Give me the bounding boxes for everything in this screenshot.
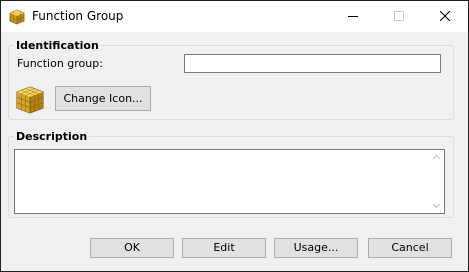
close-icon — [440, 11, 450, 21]
function-group-label: Function group: — [17, 57, 103, 70]
close-button[interactable] — [422, 1, 468, 32]
description-group-title: Description — [14, 130, 90, 143]
edit-button[interactable]: Edit — [182, 238, 266, 258]
maximize-icon — [394, 11, 404, 21]
description-textarea[interactable] — [14, 149, 445, 214]
maximize-button[interactable] — [376, 1, 422, 32]
cube-icon — [9, 9, 25, 25]
scroll-down-arrow-icon[interactable] — [432, 203, 441, 209]
title-bar[interactable]: Function Group — [1, 1, 468, 32]
scroll-up-arrow-icon[interactable] — [432, 154, 441, 160]
window-title: Function Group — [32, 9, 124, 23]
usage-button[interactable]: Usage... — [274, 238, 358, 258]
minimize-icon — [348, 16, 358, 17]
cube-icon — [16, 86, 44, 114]
description-scrollbar[interactable] — [429, 150, 444, 213]
change-icon-button[interactable]: Change Icon... — [55, 86, 151, 111]
function-group-dialog: Function Group Identification Function g… — [0, 0, 469, 272]
ok-button[interactable]: OK — [90, 238, 174, 258]
cancel-button[interactable]: Cancel — [368, 238, 452, 258]
function-group-input[interactable] — [184, 54, 441, 73]
minimize-button[interactable] — [330, 1, 376, 32]
identification-group-title: Identification — [14, 39, 101, 52]
